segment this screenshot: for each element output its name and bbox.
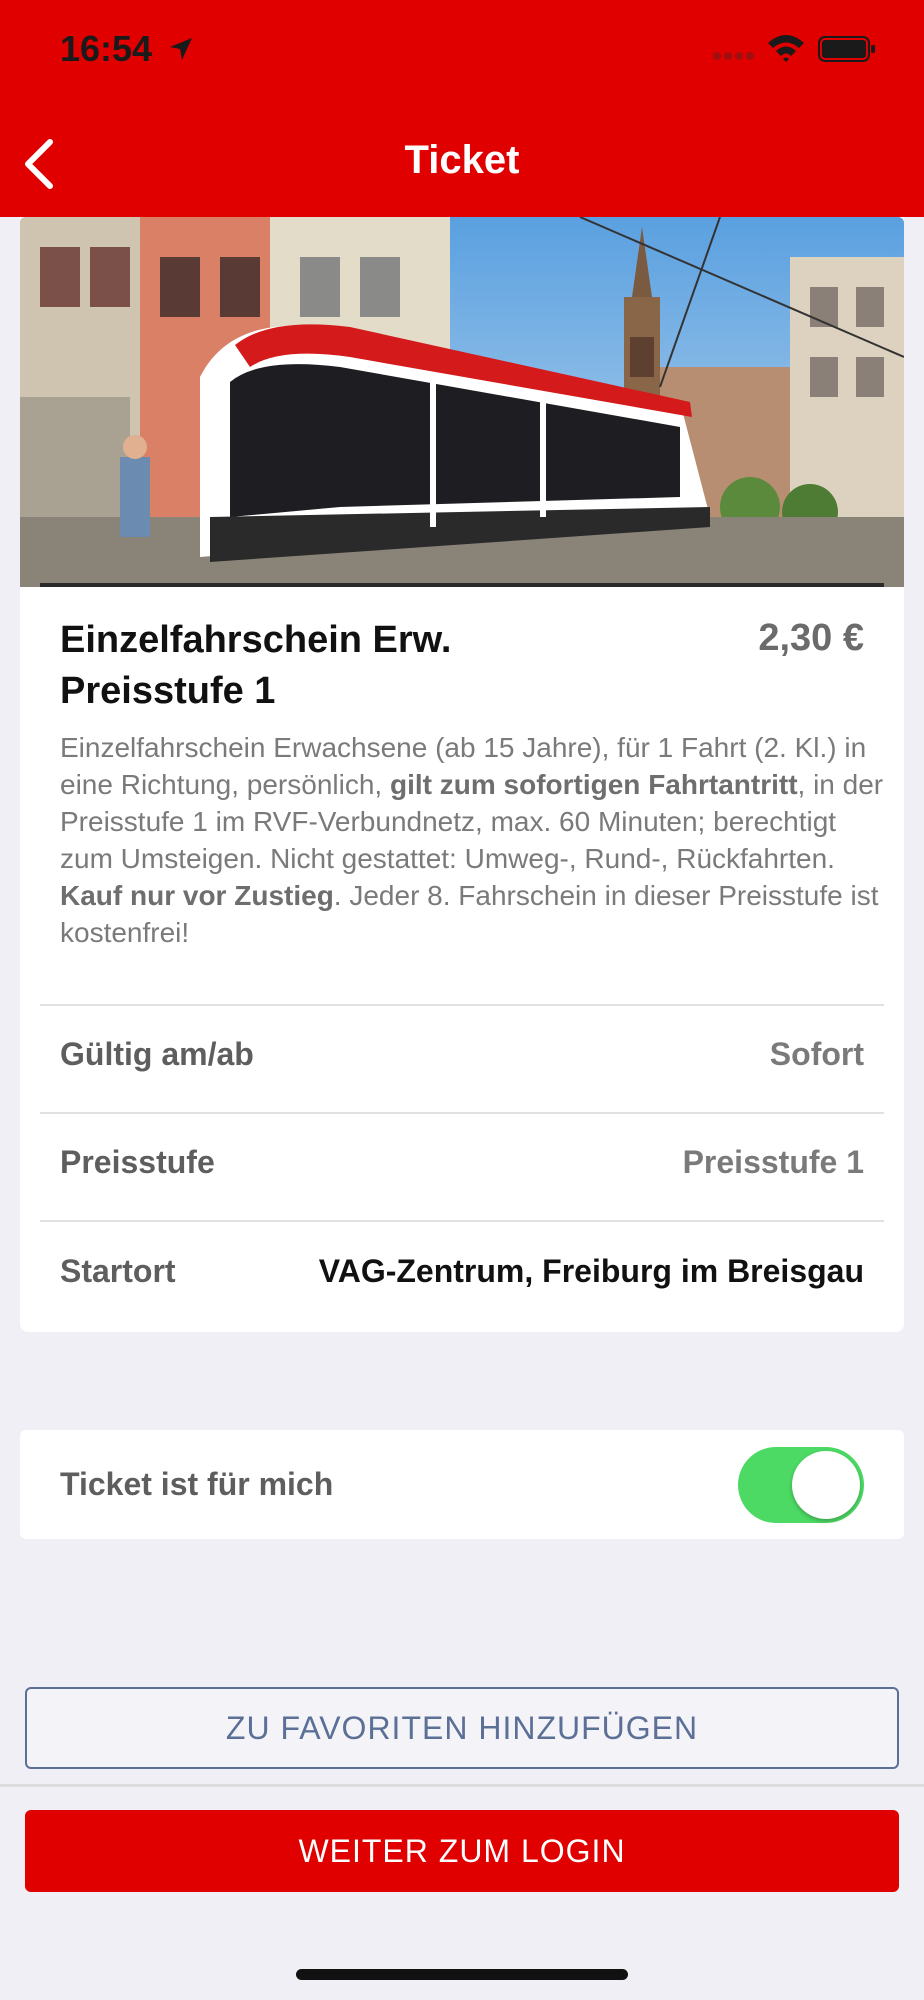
location-arrow-icon <box>170 38 192 60</box>
divider <box>40 1220 884 1222</box>
price-level-label: Preisstufe <box>60 1144 215 1180</box>
ticket-price: 2,30 € <box>758 617 864 659</box>
ticket-title: Einzelfahrschein Erw. Preisstufe 1 <box>60 615 660 717</box>
tram-photo <box>20 217 904 587</box>
add-to-favorites-button[interactable]: ZU FAVORITEN HINZUFÜGEN <box>25 1687 899 1769</box>
app-header: 16:54 Ticket <box>0 0 924 217</box>
ticket-for-me-toggle[interactable] <box>738 1447 864 1523</box>
description-emphasis: Kauf nur vor Zustieg <box>60 880 334 911</box>
signal-icon <box>713 52 754 60</box>
ticket-for-me-row: Ticket ist für mich <box>20 1430 904 1539</box>
toggle-knob <box>792 1451 860 1519</box>
page-title: Ticket <box>404 138 520 182</box>
ticket-title-line2: Preisstufe 1 <box>60 670 276 712</box>
start-location-label: Startort <box>60 1253 176 1289</box>
valid-from-value[interactable]: Sofort <box>770 1036 864 1073</box>
battery-icon <box>818 36 875 62</box>
home-indicator <box>296 1969 628 1980</box>
start-location-value[interactable]: VAG-Zentrum, Freiburg im Breisgau <box>319 1253 864 1290</box>
ticket-description: Einzelfahrschein Erwachsene (ab 15 Jahre… <box>60 729 890 951</box>
status-time: 16:54 <box>60 28 153 69</box>
price-level-value[interactable]: Preisstufe 1 <box>683 1144 864 1181</box>
ticket-for-me-label: Ticket ist für mich <box>60 1466 334 1502</box>
valid-from-label: Gültig am/ab <box>60 1036 254 1072</box>
divider <box>40 1112 884 1114</box>
divider <box>40 1004 884 1006</box>
ticket-title-line1: Einzelfahrschein Erw. <box>60 619 452 661</box>
ticket-card: Einzelfahrschein Erw. Preisstufe 1 2,30 … <box>20 217 904 1332</box>
wifi-icon <box>768 35 804 62</box>
description-emphasis: gilt zum sofortigen Fahrtantritt <box>389 769 798 800</box>
continue-to-login-button[interactable]: WEITER ZUM LOGIN <box>25 1810 899 1892</box>
